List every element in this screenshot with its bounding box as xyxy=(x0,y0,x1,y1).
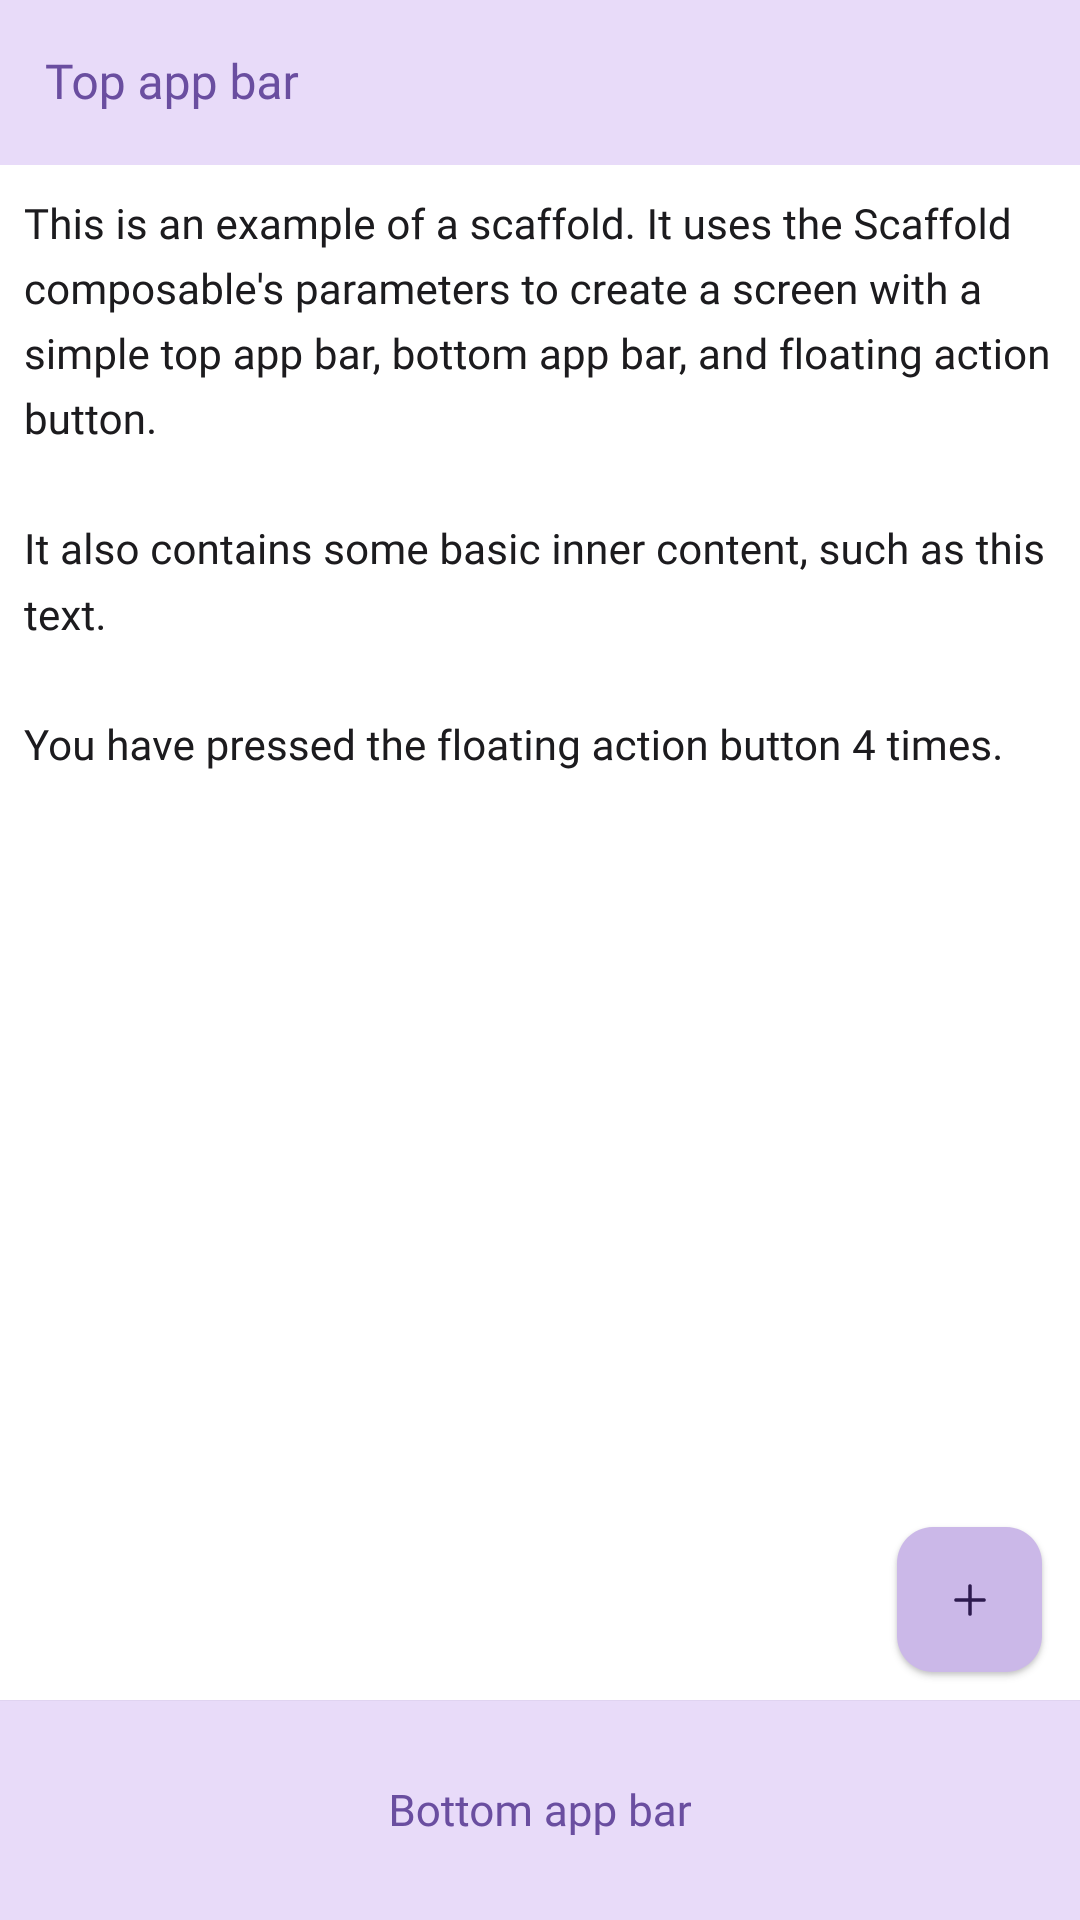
top-app-bar-title: Top app bar xyxy=(45,54,299,111)
bottom-app-bar: Bottom app bar xyxy=(0,1700,1080,1920)
floating-action-button[interactable] xyxy=(897,1527,1042,1672)
content-paragraph-2: It also contains some basic inner conten… xyxy=(24,526,1045,640)
content-paragraph-1: This is an example of a scaffold. It use… xyxy=(24,201,1051,445)
main-content: This is an example of a scaffold. It use… xyxy=(0,165,1080,1700)
bottom-app-bar-label: Bottom app bar xyxy=(388,1785,691,1837)
top-app-bar: Top app bar xyxy=(0,0,1080,165)
press-count-value: 4 xyxy=(852,722,876,771)
press-count-suffix: times. xyxy=(876,722,1004,771)
content-text-block: This is an example of a scaffold. It use… xyxy=(24,193,1056,779)
plus-icon xyxy=(949,1579,991,1621)
press-count-prefix: You have pressed the floating action but… xyxy=(24,722,852,771)
